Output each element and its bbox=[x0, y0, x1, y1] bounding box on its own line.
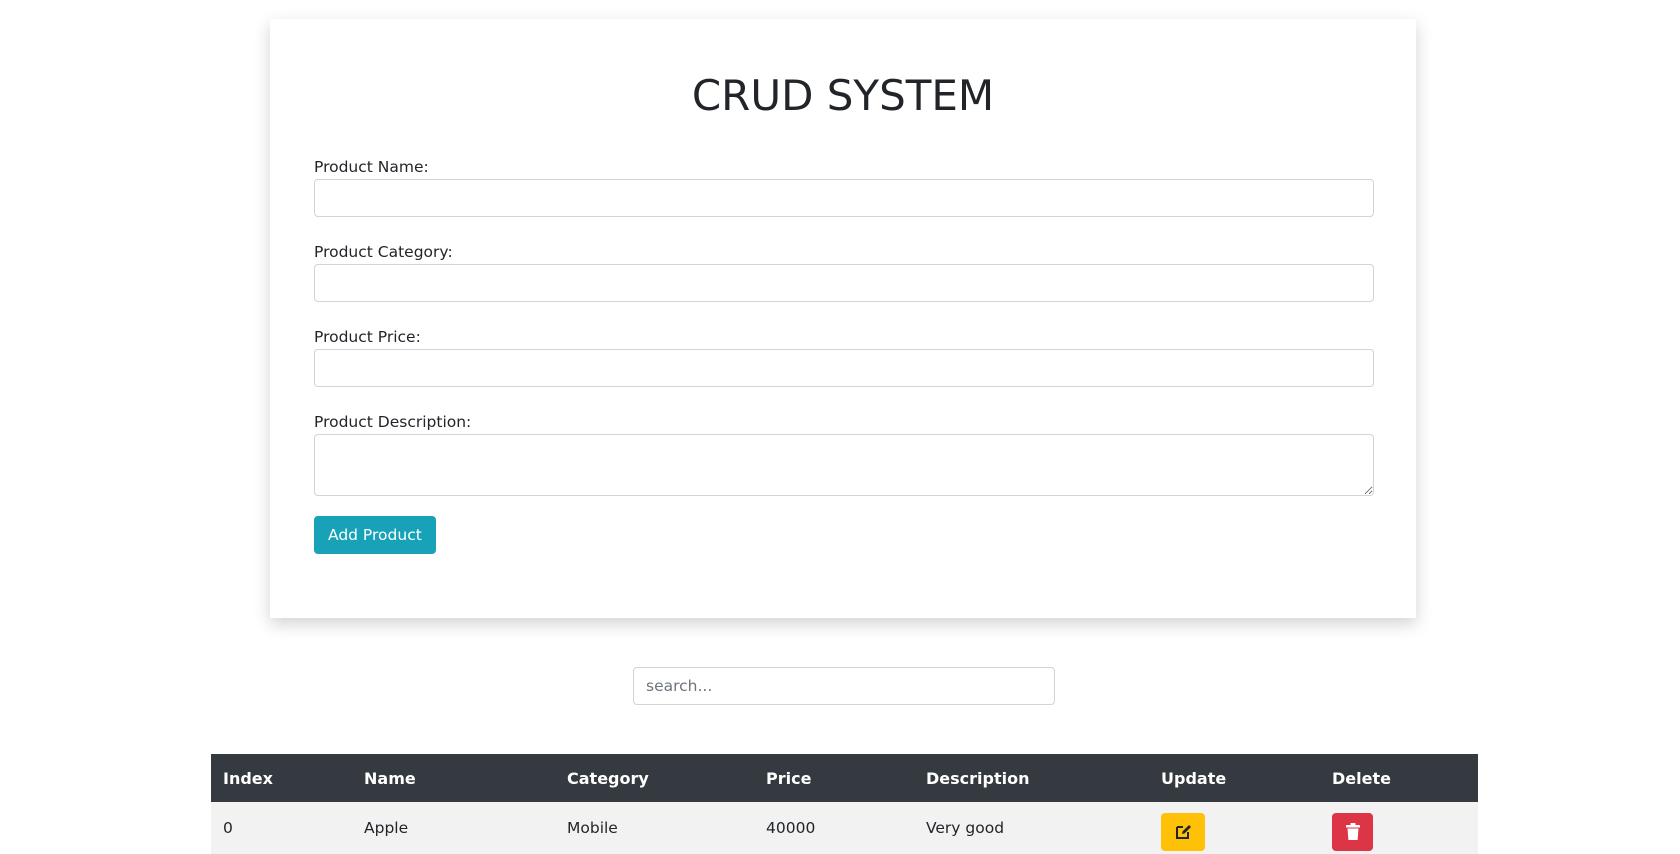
update-button[interactable] bbox=[1161, 813, 1205, 851]
cell-name: Apple bbox=[352, 802, 555, 854]
page-title: CRUD SYSTEM bbox=[691, 71, 995, 120]
search-input[interactable] bbox=[633, 667, 1055, 705]
delete-button[interactable] bbox=[1332, 813, 1373, 851]
cell-category: Mobile bbox=[555, 802, 754, 854]
header-index: Index bbox=[211, 754, 352, 802]
trash-icon bbox=[1345, 823, 1361, 841]
product-price-label: Product Price: bbox=[314, 328, 421, 346]
table-row: 0 Apple Mobile 40000 Very good bbox=[211, 802, 1478, 854]
product-category-input[interactable] bbox=[314, 264, 1374, 302]
header-update: Update bbox=[1149, 754, 1320, 802]
products-table: Index Name Category Price Description Up… bbox=[211, 754, 1478, 854]
cell-index: 0 bbox=[211, 802, 352, 854]
header-delete: Delete bbox=[1320, 754, 1478, 802]
header-description: Description bbox=[914, 754, 1149, 802]
cell-price: 40000 bbox=[754, 802, 914, 854]
edit-icon bbox=[1174, 823, 1192, 841]
product-category-label: Product Category: bbox=[314, 243, 453, 261]
product-form-card: CRUD SYSTEM Product Name: Product Catego… bbox=[270, 19, 1416, 618]
cell-description: Very good bbox=[914, 802, 1149, 854]
header-category: Category bbox=[555, 754, 754, 802]
product-description-label: Product Description: bbox=[314, 413, 472, 431]
table-header-row: Index Name Category Price Description Up… bbox=[211, 754, 1478, 802]
product-description-textarea[interactable] bbox=[314, 434, 1374, 496]
product-name-label: Product Name: bbox=[314, 158, 429, 176]
product-name-input[interactable] bbox=[314, 179, 1374, 217]
header-price: Price bbox=[754, 754, 914, 802]
cell-delete bbox=[1320, 802, 1478, 854]
product-price-input[interactable] bbox=[314, 349, 1374, 387]
cell-update bbox=[1149, 802, 1320, 854]
add-product-button[interactable]: Add Product bbox=[314, 516, 436, 554]
header-name: Name bbox=[352, 754, 555, 802]
